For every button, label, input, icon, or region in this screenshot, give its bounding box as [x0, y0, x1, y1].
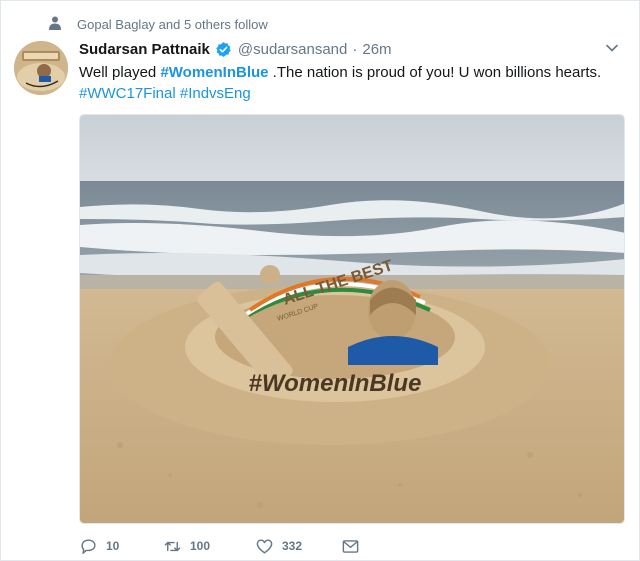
author-handle[interactable]: @sudarsansand	[238, 41, 347, 58]
separator-dot: ·	[352, 40, 358, 58]
hashtag-link[interactable]: #WomenInBlue	[160, 64, 268, 81]
tweet-timestamp[interactable]: 26m	[362, 41, 391, 58]
person-icon	[49, 16, 61, 30]
reply-count: 10	[106, 539, 120, 553]
social-context: Gopal Baglay and 5 others follow	[49, 15, 268, 33]
reply-button[interactable]: 10	[79, 537, 163, 556]
tweet-actions: 10 100 332	[79, 534, 360, 558]
envelope-icon	[342, 539, 359, 553]
like-button[interactable]: 332	[255, 537, 341, 556]
heart-icon	[256, 538, 273, 554]
retweet-icon	[164, 541, 181, 551]
direct-message-button[interactable]	[341, 537, 360, 556]
author-name[interactable]: Sudarsan Pattnaik	[79, 41, 210, 58]
like-count: 332	[282, 539, 303, 553]
retweet-count: 100	[190, 539, 211, 553]
verified-badge-icon	[216, 41, 231, 57]
tweet-media-photo[interactable]: ALL THE BEST WORLD CUP #WomenInBlue	[79, 114, 625, 524]
chevron-down-icon[interactable]	[605, 41, 619, 55]
reply-icon	[81, 538, 96, 554]
tweet-text-part: Well played	[79, 64, 161, 81]
hashtag-link[interactable]: #WWC17Final	[79, 85, 176, 102]
sculpture-caption: #WomenInBlue	[249, 370, 422, 397]
tweet-text-part: .The nation is proud of you! U won billi…	[268, 64, 602, 81]
tweet-card[interactable]: Gopal Baglay and 5 others follow Sudarsa…	[0, 0, 640, 561]
tweet-header: Sudarsan Pattnaik @sudarsansand · 26m	[79, 39, 619, 59]
tweet-text: Well played #WomenInBlue .The nation is …	[79, 62, 624, 104]
avatar[interactable]	[14, 41, 68, 95]
hashtag-link[interactable]: #IndvsEng	[180, 85, 251, 102]
sand-sculpture-photo: ALL THE BEST WORLD CUP #WomenInBlue	[80, 115, 624, 523]
retweet-button[interactable]: 100	[163, 537, 255, 556]
avatar-image	[14, 41, 68, 95]
social-context-text[interactable]: Gopal Baglay and 5 others follow	[77, 17, 268, 32]
